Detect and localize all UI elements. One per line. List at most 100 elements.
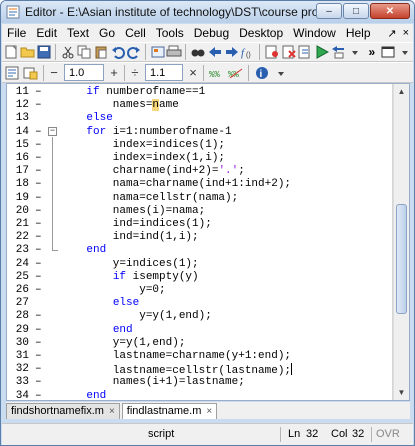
breakpoint-marker[interactable]: – (35, 218, 42, 231)
code-line[interactable]: 14– − for i=1:numberofname-1 (7, 126, 389, 139)
forward-arrow-icon[interactable] (224, 43, 240, 61)
breakpoint-marker[interactable]: – (35, 126, 42, 139)
stack-dropdown-icon[interactable] (348, 43, 364, 61)
title-bar[interactable]: Editor - E:\Asian institute of technolog… (1, 1, 414, 23)
menu-desktop[interactable]: Desktop (234, 24, 288, 42)
breakpoint-marker[interactable]: – (35, 310, 42, 323)
open-folder-icon[interactable] (20, 43, 36, 61)
code-line[interactable]: 22– ind=ind(1,i); (7, 231, 389, 244)
paste-icon[interactable] (93, 43, 109, 61)
tab-findshortnamefix[interactable]: findshortnamefix.m × (6, 403, 120, 419)
print-icon[interactable] (166, 43, 182, 61)
breakpoint-marker[interactable]: – (35, 152, 42, 165)
code-line[interactable]: 28– y=y(1,end); (7, 310, 389, 323)
tab-findlastname[interactable]: findlastname.m × (121, 403, 218, 419)
breakpoint-marker[interactable]: – (35, 390, 42, 403)
breakpoint-marker[interactable]: – (35, 99, 42, 112)
breakpoint-marker[interactable]: – (35, 244, 42, 257)
breakpoint-marker[interactable]: – (35, 192, 42, 205)
code-line[interactable]: 15– index=indices(1); (7, 139, 389, 152)
run-icon[interactable] (314, 43, 330, 61)
cut-icon[interactable] (60, 43, 76, 61)
breakpoint-marker[interactable]: – (35, 258, 42, 271)
dock-icon[interactable]: ↗ (387, 27, 396, 40)
layout-icon[interactable] (381, 43, 397, 61)
new-file-icon[interactable] (3, 43, 19, 61)
undo-icon[interactable] (110, 43, 126, 61)
code-editor[interactable]: 11– if numberofname==1 12– names=name 13 e… (6, 83, 410, 403)
breakpoint-marker[interactable]: – (35, 86, 42, 99)
breakpoint-marker[interactable]: – (35, 337, 42, 350)
code-line[interactable]: 18– nama=charname(ind+1:ind+2); (7, 178, 389, 191)
code-line[interactable]: 21– ind=indices(1); (7, 218, 389, 231)
copy-icon[interactable] (77, 43, 93, 61)
breakpoint-marker[interactable]: – (35, 271, 42, 284)
menu-help[interactable]: Help (341, 24, 376, 42)
set-breakpoint-icon[interactable] (264, 43, 280, 61)
scroll-down-arrow[interactable]: ▼ (394, 385, 409, 400)
layout-dropdown-icon[interactable] (397, 43, 413, 61)
code-line[interactable]: 26– y=0; (7, 284, 389, 297)
help-icon[interactable]: i (253, 64, 271, 82)
menu-edit[interactable]: Edit (31, 24, 62, 42)
close-document-icon[interactable]: × (403, 27, 409, 39)
multiply-value-input[interactable] (145, 64, 183, 81)
evaluate-cell-icon[interactable] (22, 64, 40, 82)
scroll-thumb[interactable] (396, 204, 407, 314)
divide-button[interactable]: ÷ (128, 65, 142, 80)
breakpoint-marker[interactable]: – (35, 178, 42, 191)
code-line[interactable]: 16– index=index(1,i); (7, 152, 389, 165)
decrement-button[interactable]: − (47, 65, 61, 80)
code-line[interactable]: 17– charname(ind+2)='.'; (7, 165, 389, 178)
menu-text[interactable]: Text (62, 24, 94, 42)
breakpoint-marker[interactable]: – (35, 165, 42, 178)
code-line[interactable]: 13 else (7, 112, 389, 125)
increment-button[interactable]: + (107, 65, 121, 80)
code-line[interactable]: 34– end (7, 390, 389, 403)
breakpoint-marker[interactable]: – (35, 231, 42, 244)
code-line[interactable]: 31– lastname=charname(y+1:end); (7, 350, 389, 363)
breakpoint-marker[interactable]: – (35, 376, 42, 389)
breakpoint-marker[interactable]: – (35, 350, 42, 363)
function-icon[interactable]: f() (240, 43, 256, 61)
tab-close-icon[interactable]: × (109, 404, 115, 419)
multiply-button[interactable]: × (186, 65, 200, 80)
fold-toggle-icon[interactable]: − (48, 126, 57, 136)
insert-comment-icon[interactable]: %% (208, 64, 226, 82)
breakpoint-marker[interactable]: – (35, 205, 42, 218)
menu-tools[interactable]: Tools (151, 24, 189, 42)
code-line[interactable]: 24– y=indices(1); (7, 258, 389, 271)
menu-cell[interactable]: Cell (120, 24, 151, 42)
menu-file[interactable]: File (2, 24, 31, 42)
breakpoint-marker[interactable]: – (35, 139, 42, 152)
code-line[interactable]: 27 else (7, 297, 389, 310)
breakpoint-marker[interactable]: – (35, 284, 42, 297)
stack-icon[interactable] (331, 43, 347, 61)
minimize-button[interactable]: – (316, 3, 342, 19)
back-arrow-icon[interactable] (207, 43, 223, 61)
remove-comment-icon[interactable]: %% (227, 64, 245, 82)
breakpoint-marker[interactable]: – (35, 324, 42, 337)
tab-close-icon[interactable]: × (206, 404, 212, 419)
cell-mode-icon[interactable] (3, 64, 21, 82)
code-line[interactable]: 12– names=name (7, 99, 389, 112)
step-icon[interactable] (297, 43, 313, 61)
code-line[interactable]: 25– if isempty(y) (7, 271, 389, 284)
save-icon[interactable] (37, 43, 53, 61)
close-button[interactable]: ✕ (370, 3, 410, 19)
menu-window[interactable]: Window (288, 24, 341, 42)
vertical-scrollbar[interactable]: ▲ ▼ (393, 84, 409, 400)
workspace-icon[interactable] (150, 43, 166, 61)
menu-debug[interactable]: Debug (189, 24, 234, 42)
code-line[interactable]: 19– nama=cellstr(nama); (7, 192, 389, 205)
code-line[interactable]: 11– if numberofname==1 (7, 86, 389, 99)
help-dropdown-icon[interactable] (272, 64, 290, 82)
toolbar-overflow-icon[interactable]: » (364, 43, 380, 61)
code-line[interactable]: 30– y=y(1,end); (7, 337, 389, 350)
code-line[interactable]: 33– names(i+1)=lastname; (7, 376, 389, 389)
breakpoint-marker[interactable]: – (35, 363, 42, 376)
code-line[interactable]: 20– names(i)=nama; (7, 205, 389, 218)
code-line[interactable]: 23– end (7, 244, 389, 257)
code-line[interactable]: 29– end (7, 324, 389, 337)
decrement-value-input[interactable] (64, 64, 104, 81)
